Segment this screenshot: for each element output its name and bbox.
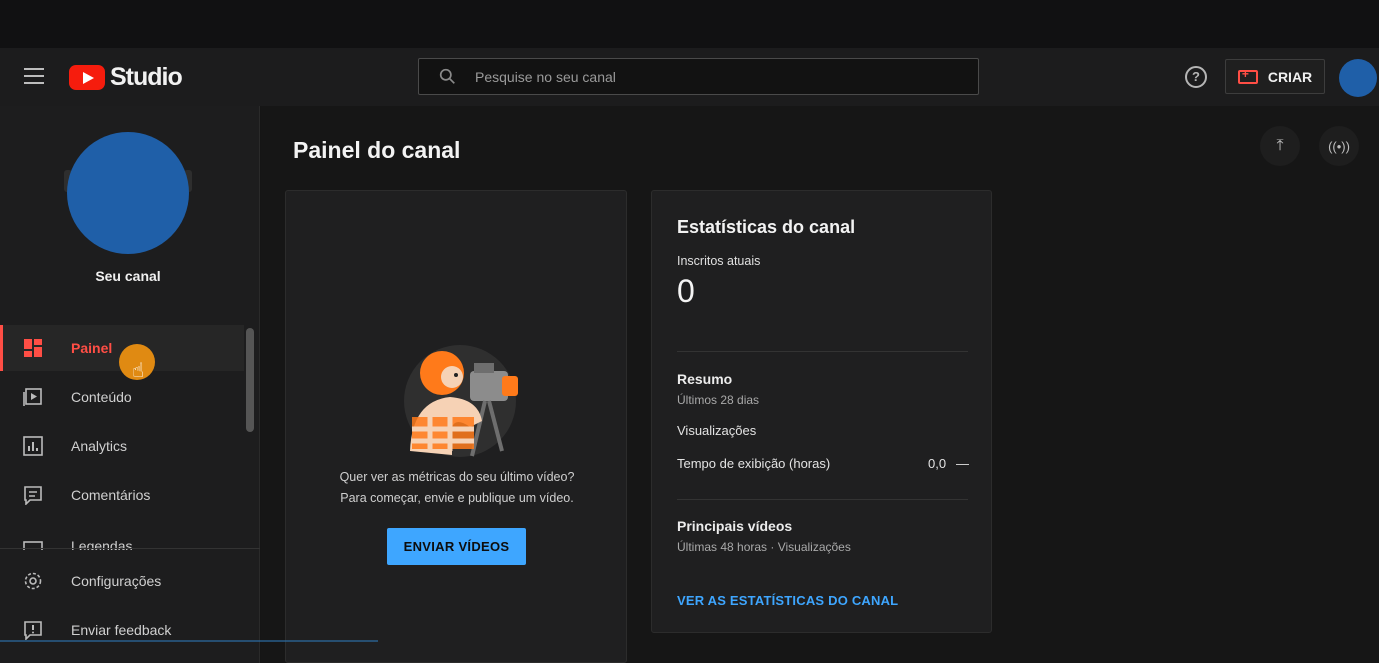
- bottom-progress-line: [0, 640, 378, 642]
- hand-cursor-icon: ☝: [132, 360, 145, 382]
- top-videos-subtitle: Últimas 48 horas · Visualizações: [677, 540, 851, 554]
- watch-time-value: 0,0: [928, 456, 947, 471]
- search-bar: [418, 58, 979, 95]
- latest-video-message-line2: Para começar, envie e publique um vídeo.: [340, 491, 574, 505]
- latest-video-card: Quer ver as métricas do seu último vídeo…: [285, 190, 627, 663]
- create-video-icon: [1237, 67, 1258, 84]
- search-icon: [439, 68, 455, 84]
- watch-time-trend: —: [956, 456, 969, 471]
- latest-video-message-line1: Quer ver as métricas do seu último vídeo…: [339, 470, 575, 484]
- page-title: Painel do canal: [293, 137, 461, 163]
- channel-stats-link[interactable]: VER AS ESTATÍSTICAS DO CANAL: [677, 593, 898, 608]
- create-label: CRIAR: [1267, 68, 1313, 85]
- latest-video-message: Quer ver as métricas do seu último vídeo…: [286, 467, 628, 509]
- sidebar-item-comentarios[interactable]: Comentários: [0, 472, 244, 518]
- youtube-play-icon: [69, 64, 105, 90]
- help-icon[interactable]: ?: [1185, 66, 1207, 88]
- sidebar-item-conteudo[interactable]: Conteúdo: [0, 374, 244, 420]
- main-content: Painel do canal ⤒ ((•)) Quer ver as métr…: [261, 106, 1379, 663]
- upload-icon[interactable]: ⤒: [1260, 126, 1300, 166]
- create-button[interactable]: CRIAR: [1225, 59, 1325, 94]
- summary-title: Resumo: [677, 371, 733, 387]
- gear-icon: [24, 572, 42, 590]
- sidebar-item-legendas[interactable]: Legendas: [0, 522, 244, 550]
- menu-icon[interactable]: [24, 68, 44, 84]
- upload-videos-button[interactable]: ENVIAR VÍDEOS: [387, 528, 526, 565]
- channel-avatar[interactable]: [67, 132, 189, 254]
- feedback-icon: [24, 621, 42, 640]
- account-avatar[interactable]: [1339, 59, 1377, 97]
- search-input[interactable]: [475, 59, 955, 94]
- sidebar-item-feedback[interactable]: Enviar feedback: [0, 607, 244, 653]
- sidebar-item-label: Analytics: [71, 438, 128, 454]
- subscribers-value: 0: [677, 273, 695, 309]
- channel-name: Seu canal: [95, 268, 161, 284]
- sidebar-item-analytics[interactable]: Analytics: [0, 423, 244, 469]
- dashboard-icon: [24, 339, 42, 357]
- channel-stats-card: Estatísticas do canal Inscritos atuais 0…: [651, 190, 992, 633]
- sidebar-item-label: Conteúdo: [71, 389, 132, 405]
- stats-title: Estatísticas do canal: [677, 217, 856, 237]
- sidebar: Seu canal Painel Conteúdo Analytics Come…: [0, 106, 260, 663]
- content-icon: [23, 388, 42, 406]
- sidebar-item-label: Comentários: [71, 487, 151, 503]
- sidebar-item-configuracoes[interactable]: Configurações: [0, 558, 244, 604]
- sidebar-divider: [0, 548, 260, 549]
- camera-person-illustration: [404, 345, 518, 457]
- comments-icon: [24, 486, 42, 505]
- summary-subtitle: Últimos 28 dias: [677, 393, 760, 407]
- analytics-icon: [23, 436, 43, 456]
- top-videos-title: Principais vídeos: [677, 518, 793, 534]
- logo-text: Studio: [110, 62, 183, 91]
- sidebar-item-label: Enviar feedback: [71, 622, 172, 638]
- stats-divider: [677, 351, 968, 352]
- top-strip: [0, 0, 1379, 48]
- sidebar-scrollbar[interactable]: [246, 328, 254, 432]
- watch-time-label: Tempo de exibição (horas): [677, 456, 831, 471]
- sidebar-item-label: Configurações: [71, 573, 162, 589]
- stats-divider: [677, 499, 968, 500]
- header: Studio ? CRIAR: [0, 48, 1379, 106]
- subscribers-label: Inscritos atuais: [677, 254, 761, 268]
- views-label: Visualizações: [677, 423, 757, 438]
- sidebar-item-label: Painel: [71, 340, 113, 356]
- studio-logo[interactable]: Studio: [69, 62, 183, 91]
- go-live-icon[interactable]: ((•)): [1319, 126, 1359, 166]
